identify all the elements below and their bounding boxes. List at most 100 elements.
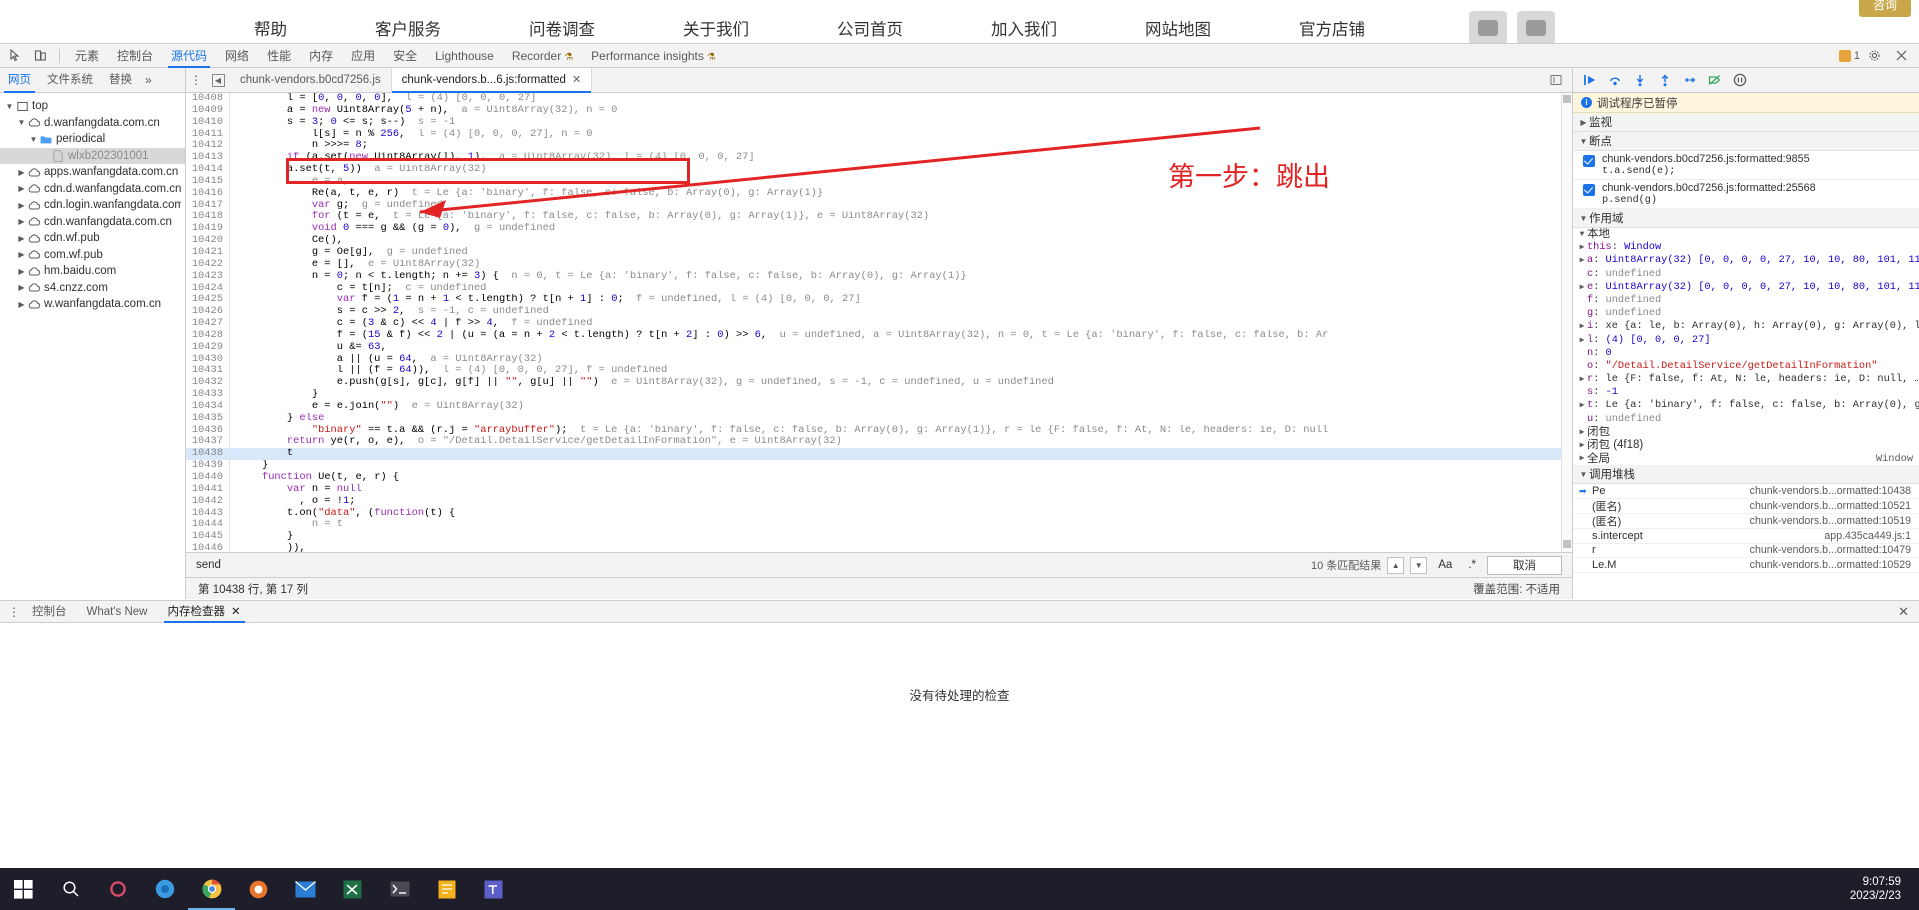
editor-tab-chunk-vendors[interactable]: chunk-vendors.b0cd7256.js <box>230 67 392 93</box>
scope-variable-i[interactable]: ▶ i: xe {a: le, b: Array(0), h: Array(0),… <box>1573 320 1919 333</box>
line-number[interactable]: 10434 <box>186 400 230 413</box>
watch-section-header[interactable]: ▶ 监视 <box>1573 113 1919 132</box>
code-line[interactable]: 10413 if (a.set(new Uint8Array(l), 1), a… <box>186 151 1572 165</box>
chevron-right-icon[interactable]: ▶ <box>1577 439 1587 452</box>
consult-badge[interactable]: 咨询 <box>1859 0 1911 17</box>
chevron-down-icon[interactable]: ▼ <box>16 118 27 127</box>
scroll-thumb-bottom[interactable] <box>1563 540 1571 548</box>
line-number[interactable]: 10409 <box>186 104 230 117</box>
code-line[interactable]: 10426 s = c >> 2, s = -1, c = undefined <box>186 305 1572 319</box>
nav-link-3[interactable]: 关于我们 <box>639 16 793 40</box>
tree-item-cdn-wf-pub[interactable]: ▶ cdn.wf.pub <box>0 230 185 247</box>
step-icon[interactable] <box>1679 70 1701 90</box>
notepad-icon[interactable] <box>423 868 470 910</box>
scope-group-1[interactable]: ▶ 闭包 (4f18) <box>1573 439 1919 452</box>
code-line[interactable]: 10421 g = Oe[g], g = undefined <box>186 246 1572 259</box>
line-number[interactable]: 10429 <box>186 341 230 354</box>
tab-sources[interactable]: 源代码 <box>162 44 216 68</box>
chevron-right-icon[interactable]: ▶ <box>16 250 27 259</box>
code-line[interactable]: 10412 n >>>= 8; <box>186 140 1572 153</box>
scope-variable-o[interactable]: o: "/Detail.DetailService/getDetailInFor… <box>1573 360 1919 373</box>
search-icon[interactable] <box>47 868 94 910</box>
code-line[interactable]: 10440 function Ue(t, e, r) { <box>186 471 1572 484</box>
scope-variable-g[interactable]: g: undefined <box>1573 307 1919 320</box>
drawer-tab-console[interactable]: 控制台 <box>22 601 77 623</box>
code-line[interactable]: 10427 c = (3 & c) << 4 | f >> 4, f = und… <box>186 317 1572 330</box>
settings-gear-icon[interactable] <box>1862 45 1887 67</box>
code-line[interactable]: 10422 e = [], e = Uint8Array(32) <box>186 258 1572 271</box>
code-line[interactable]: 10419 void 0 === g && (g = 0), g = undef… <box>186 222 1572 236</box>
callstack-frame[interactable]: (匿名) chunk-vendors.b...ormatted:10519 <box>1573 514 1919 529</box>
error-badge[interactable]: 1 <box>1838 49 1860 62</box>
tree-item-apps-wanfangdata-com-cn[interactable]: ▶ apps.wanfangdata.com.cn <box>0 164 185 181</box>
scroll-thumb-top[interactable] <box>1563 95 1571 103</box>
scope-variable-s[interactable]: s: -1 <box>1573 386 1919 399</box>
line-number[interactable]: 10442 <box>186 495 230 508</box>
scope-variable-l[interactable]: ▶ l: (4) [0, 0, 0, 27] <box>1573 334 1919 347</box>
breakpoints-section-header[interactable]: ▼ 断点 <box>1573 132 1919 151</box>
chevron-right-icon[interactable]: ▶ <box>16 168 27 177</box>
weibo-icon[interactable] <box>1469 10 1507 45</box>
tree-item-top[interactable]: ▼ top <box>0 98 185 115</box>
tab-performance[interactable]: 性能 <box>258 44 300 68</box>
nav-link-2[interactable]: 问卷调查 <box>485 16 639 40</box>
tree-item-cdn-login-wanfangdata-com-cn[interactable]: ▶ cdn.login.wanfangdata.com.cn <box>0 197 185 214</box>
tab-elements[interactable]: 元素 <box>66 44 108 68</box>
scope-variable-e[interactable]: ▶ e: Uint8Array(32) [0, 0, 0, 0, 27, 10, … <box>1573 281 1919 294</box>
nav-tab-overrides[interactable]: 替换 <box>101 68 140 93</box>
chevron-right-icon[interactable]: ▶ <box>1577 241 1587 254</box>
tab-performance-insights[interactable]: Performance insights ⚗ <box>582 44 725 68</box>
code-line[interactable]: 10446 )), <box>186 542 1572 552</box>
tree-item-periodical[interactable]: ▼ periodical <box>0 131 185 148</box>
edge-icon[interactable] <box>235 868 282 910</box>
editor-tab-chunk-vendors-formatted[interactable]: chunk-vendors.b...6.js:formatted ✕ <box>391 67 593 93</box>
taskbar-clock[interactable]: 9:07:59 2023/2/23 <box>1850 875 1919 903</box>
scope-variable-f[interactable]: f: undefined <box>1573 294 1919 307</box>
scope-variable-this[interactable]: ▶ this: Window <box>1573 241 1919 254</box>
code-line[interactable]: 10445 } <box>186 530 1572 544</box>
start-button-icon[interactable] <box>0 868 47 910</box>
firefox-icon[interactable] <box>141 868 188 910</box>
chevron-right-icon[interactable]: ▶ <box>16 300 27 309</box>
nav-link-4[interactable]: 公司首页 <box>793 16 947 40</box>
chevron-right-icon[interactable]: ▶ <box>16 201 27 210</box>
code-line[interactable]: 10432 e.push(g[s], g[c], g[f] || "", g[u… <box>186 376 1572 390</box>
code-line[interactable]: 10433 } <box>186 388 1572 401</box>
chevron-down-icon[interactable]: ▼ <box>4 102 15 111</box>
match-case-button[interactable]: Aa <box>1433 559 1457 571</box>
scope-group-0[interactable]: ▶ 闭包 <box>1573 426 1919 439</box>
line-number[interactable]: 10415 <box>186 175 230 188</box>
code-line[interactable]: 10436 "binary" == t.a && (r.j = "arraybu… <box>186 424 1572 437</box>
resume-script-icon[interactable] <box>1579 70 1601 90</box>
step-over-icon[interactable] <box>1604 70 1626 90</box>
code-line[interactable]: 10428 f = (15 & f) << 2 | (u = (a = n + … <box>186 329 1572 342</box>
code-line[interactable]: 10418 for (t = e, t = Le {a: 'binary', f… <box>186 211 1572 224</box>
callstack-section-header[interactable]: ▼ 调用堆栈 <box>1573 465 1919 485</box>
cortana-icon[interactable] <box>94 868 141 910</box>
tab-application[interactable]: 应用 <box>342 44 384 68</box>
scope-section-header[interactable]: ▼ 作用域 <box>1573 209 1919 228</box>
tree-item-hm-baidu-com[interactable]: ▶ hm.baidu.com <box>0 263 185 280</box>
drawer-tab-memory-inspector[interactable]: 内存检查器 ✕ <box>158 601 251 623</box>
close-devtools-icon[interactable] <box>1889 45 1914 67</box>
callstack-frame[interactable]: r chunk-vendors.b...ormatted:10479 <box>1573 544 1919 559</box>
nav-link-5[interactable]: 加入我们 <box>947 16 1101 40</box>
code-line[interactable]: 10438 t <box>186 447 1572 461</box>
navigator-toggle-icon[interactable]: ◀ <box>206 73 230 87</box>
inspect-element-icon[interactable] <box>3 45 28 67</box>
drawer-tab-whats-new[interactable]: What's New <box>77 601 158 623</box>
nav-tab-filesystem[interactable]: 文件系统 <box>39 68 101 93</box>
search-input[interactable] <box>196 559 1305 571</box>
tab-recorder[interactable]: Recorder ⚗ <box>503 44 582 68</box>
step-out-icon[interactable] <box>1654 70 1676 90</box>
nav-link-0[interactable]: 帮助 <box>210 16 331 40</box>
code-line[interactable]: 10439 } <box>186 459 1572 472</box>
code-line[interactable]: 10423 n = 0; n < t.length; n += 3) { n =… <box>186 270 1572 283</box>
tree-item-wlxb202301001[interactable]: wlxb202301001 <box>0 147 185 164</box>
regex-button[interactable]: .* <box>1463 559 1481 571</box>
device-toolbar-icon[interactable] <box>28 45 53 67</box>
tree-item-w-wanfangdata-com-cn[interactable]: ▶ w.wanfangdata.com.cn <box>0 296 185 313</box>
scope-variable-n[interactable]: n: 0 <box>1573 347 1919 360</box>
tree-item-com-wf-pub[interactable]: ▶ com.wf.pub <box>0 247 185 264</box>
scope-variable-u[interactable]: u: undefined <box>1573 413 1919 426</box>
